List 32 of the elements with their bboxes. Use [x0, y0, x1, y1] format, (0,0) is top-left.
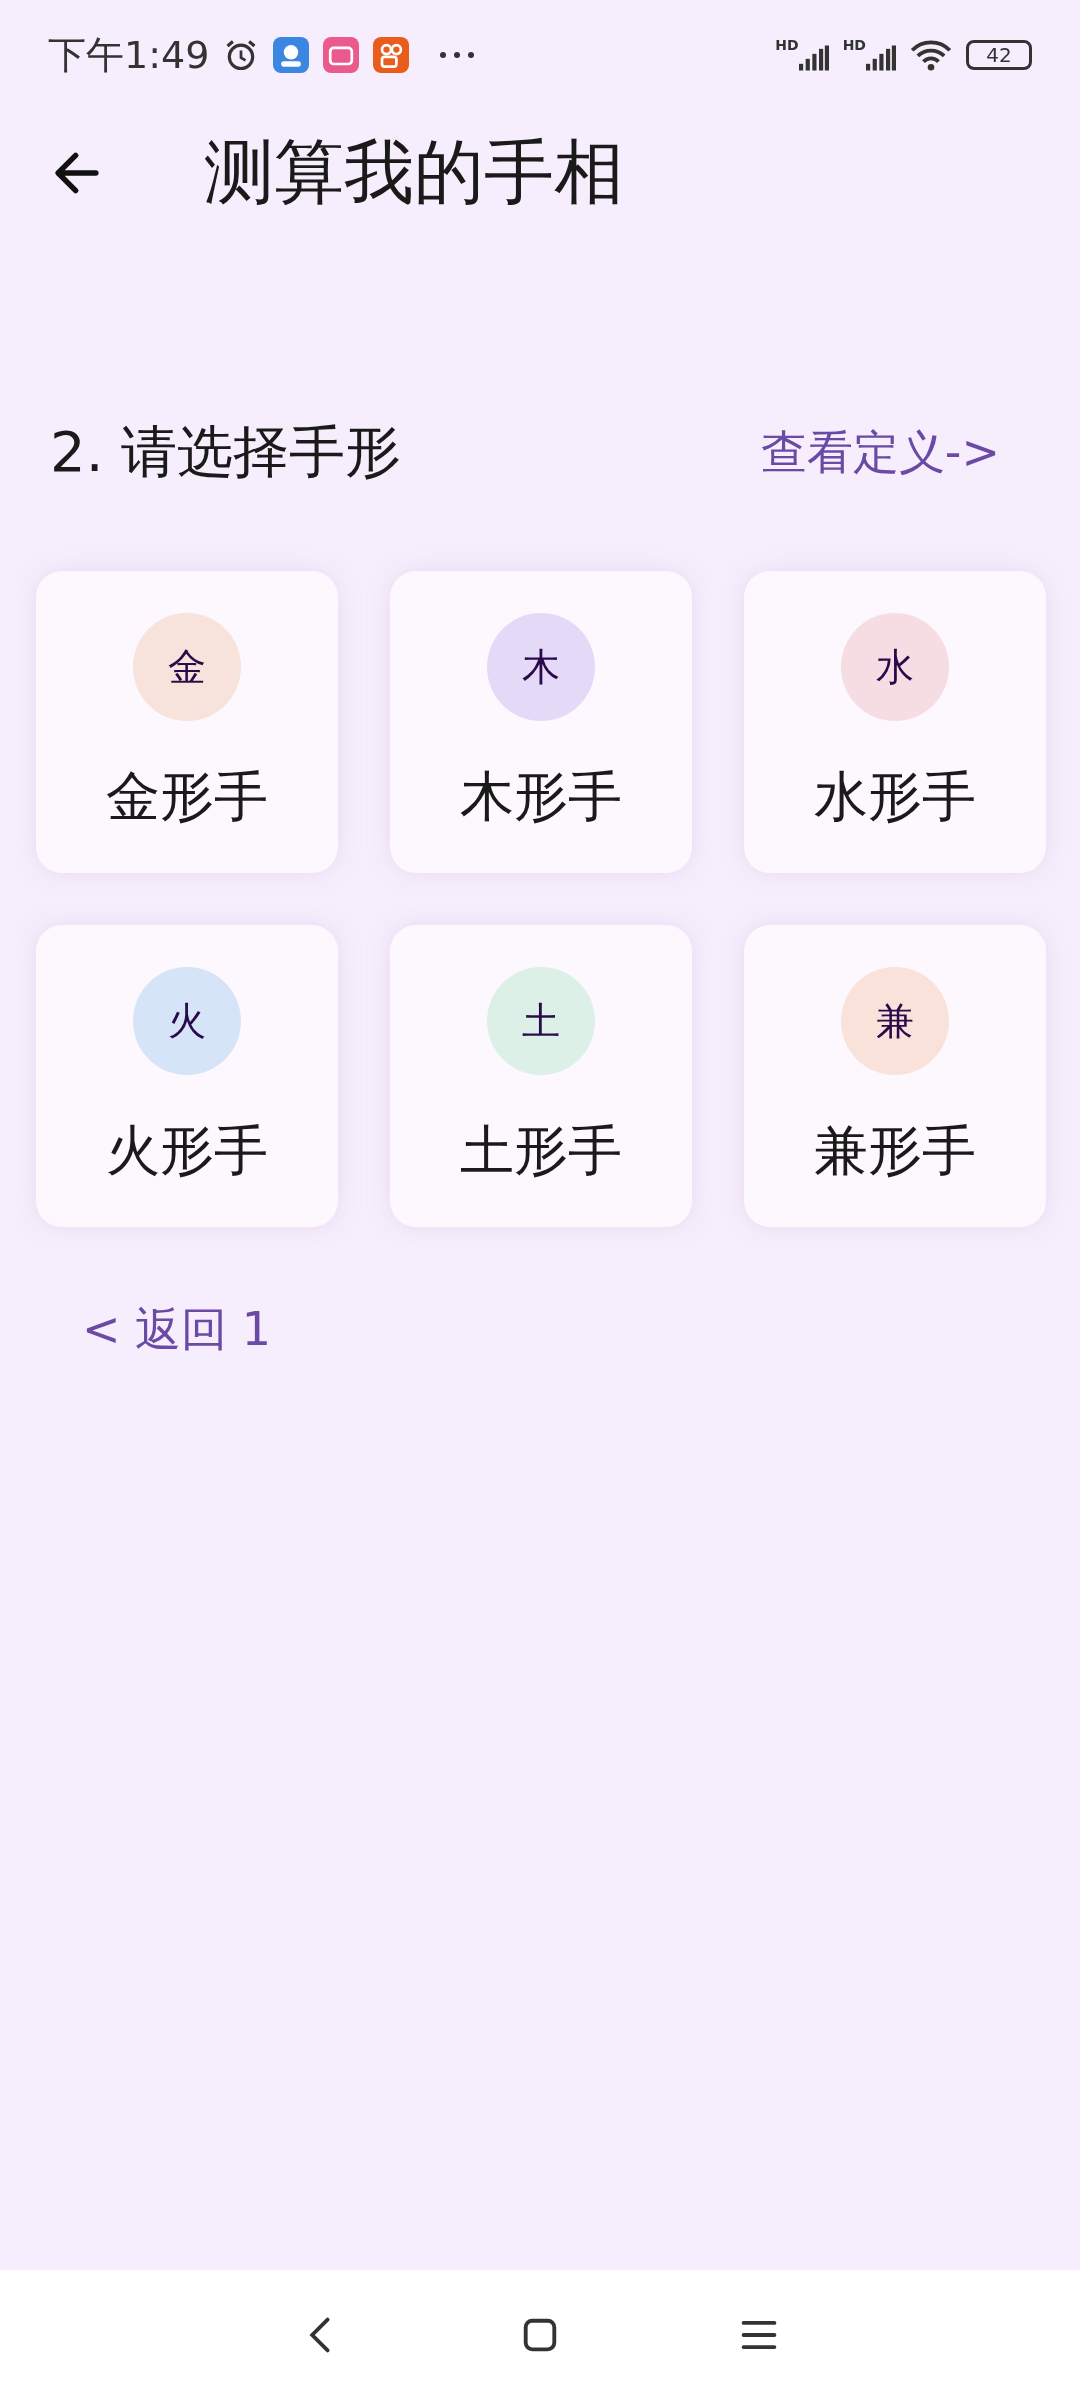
hand-type-label: 土形手 [460, 1118, 622, 1184]
view-definition-link[interactable]: 查看定义-> [760, 422, 1000, 484]
hand-type-label: 火形手 [106, 1118, 268, 1184]
element-badge: 火 [133, 967, 241, 1075]
hand-type-card[interactable]: 土 土形手 [390, 925, 692, 1227]
element-badge: 木 [487, 613, 595, 721]
element-badge: 土 [487, 967, 595, 1075]
hand-type-label: 水形手 [814, 764, 976, 830]
signal-icon [866, 44, 896, 72]
signal-icon [798, 44, 829, 72]
wifi-icon [910, 39, 952, 71]
section-heading: 2. 请选择手形 [50, 418, 402, 486]
app-icon [273, 37, 310, 73]
hand-type-card[interactable]: 水 水形手 [744, 571, 1046, 873]
element-badge: 金 [133, 613, 241, 721]
hand-type-card[interactable]: 火 火形手 [36, 925, 338, 1227]
element-badge: 兼 [841, 967, 949, 1075]
hand-type-card[interactable]: 木 木形手 [390, 571, 692, 873]
back-link[interactable]: < 返回 1 [82, 1299, 1080, 1361]
battery-indicator: 42 [966, 40, 1032, 70]
hand-type-label: 金形手 [106, 764, 268, 830]
app-icon [373, 37, 410, 73]
hand-type-card[interactable]: 金 金形手 [36, 571, 338, 873]
network-label: HD [842, 38, 866, 52]
element-badge: 水 [841, 613, 949, 721]
status-time: 下午1:49 [48, 31, 210, 79]
app-icon [323, 37, 360, 73]
network-label: HD [775, 38, 799, 52]
hand-type-label: 兼形手 [814, 1118, 976, 1184]
page-title: 测算我的手相 [204, 129, 624, 215]
hand-type-card[interactable]: 兼 兼形手 [744, 925, 1046, 1227]
hand-type-label: 木形手 [460, 764, 622, 830]
